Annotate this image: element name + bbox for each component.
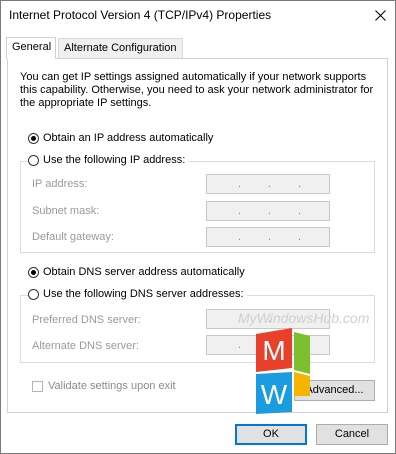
subnet-mask-field[interactable]: ... xyxy=(206,201,330,221)
default-gateway-field[interactable]: ... xyxy=(206,227,330,247)
close-button[interactable] xyxy=(365,1,395,29)
ip-address-group: IP address: ... Subnet mask: ... Default… xyxy=(20,161,375,253)
dns-auto-label: Obtain DNS server address automatically xyxy=(43,266,245,278)
validate-settings-option[interactable]: Validate settings upon exit xyxy=(32,380,176,392)
preferred-dns-label: Preferred DNS server: xyxy=(32,314,141,326)
ip-auto-label: Obtain an IP address automatically xyxy=(43,132,214,144)
default-gateway-label: Default gateway: xyxy=(32,231,114,243)
ip-address-label: IP address: xyxy=(32,178,88,190)
title-bar: Internet Protocol Version 4 (TCP/IPv4) P… xyxy=(1,1,395,29)
validate-settings-label: Validate settings upon exit xyxy=(48,380,176,392)
general-tab-panel: You can get IP settings assigned automat… xyxy=(7,58,388,413)
ip-manual-radio[interactable] xyxy=(28,154,39,166)
intro-text: You can get IP settings assigned automat… xyxy=(20,71,374,109)
mywindowshub-logo-icon: M W xyxy=(256,328,310,414)
tab-general[interactable]: General xyxy=(6,37,56,59)
logo-letter-w: W xyxy=(261,379,288,410)
dns-manual-option[interactable]: Use the following DNS server addresses: xyxy=(28,288,247,300)
dns-server-group: Preferred DNS server: ... Alternate DNS … xyxy=(20,295,375,363)
dns-manual-radio[interactable] xyxy=(28,288,39,300)
dns-auto-radio[interactable] xyxy=(28,266,39,278)
subnet-mask-label: Subnet mask: xyxy=(32,205,100,217)
logo-letter-m: M xyxy=(262,335,285,366)
ip-manual-label: Use the following IP address: xyxy=(43,154,186,166)
ip-address-field[interactable]: ... xyxy=(206,174,330,194)
cancel-button[interactable]: Cancel xyxy=(316,424,388,445)
dns-auto-option[interactable]: Obtain DNS server address automatically xyxy=(28,266,245,278)
dialog-window: Internet Protocol Version 4 (TCP/IPv4) P… xyxy=(0,0,396,454)
dns-manual-label: Use the following DNS server addresses: xyxy=(43,288,244,300)
ip-auto-radio[interactable] xyxy=(28,132,39,144)
window-title: Internet Protocol Version 4 (TCP/IPv4) P… xyxy=(9,8,272,22)
ip-auto-option[interactable]: Obtain an IP address automatically xyxy=(28,132,213,144)
close-icon xyxy=(374,9,386,21)
tab-alternate-configuration[interactable]: Alternate Configuration xyxy=(58,38,183,58)
alternate-dns-label: Alternate DNS server: xyxy=(32,340,139,352)
ok-button[interactable]: OK xyxy=(235,424,307,445)
watermark-text: MyWindowsHub.com xyxy=(238,310,370,326)
validate-settings-checkbox[interactable] xyxy=(32,380,43,392)
ip-manual-option[interactable]: Use the following IP address: xyxy=(28,154,189,166)
